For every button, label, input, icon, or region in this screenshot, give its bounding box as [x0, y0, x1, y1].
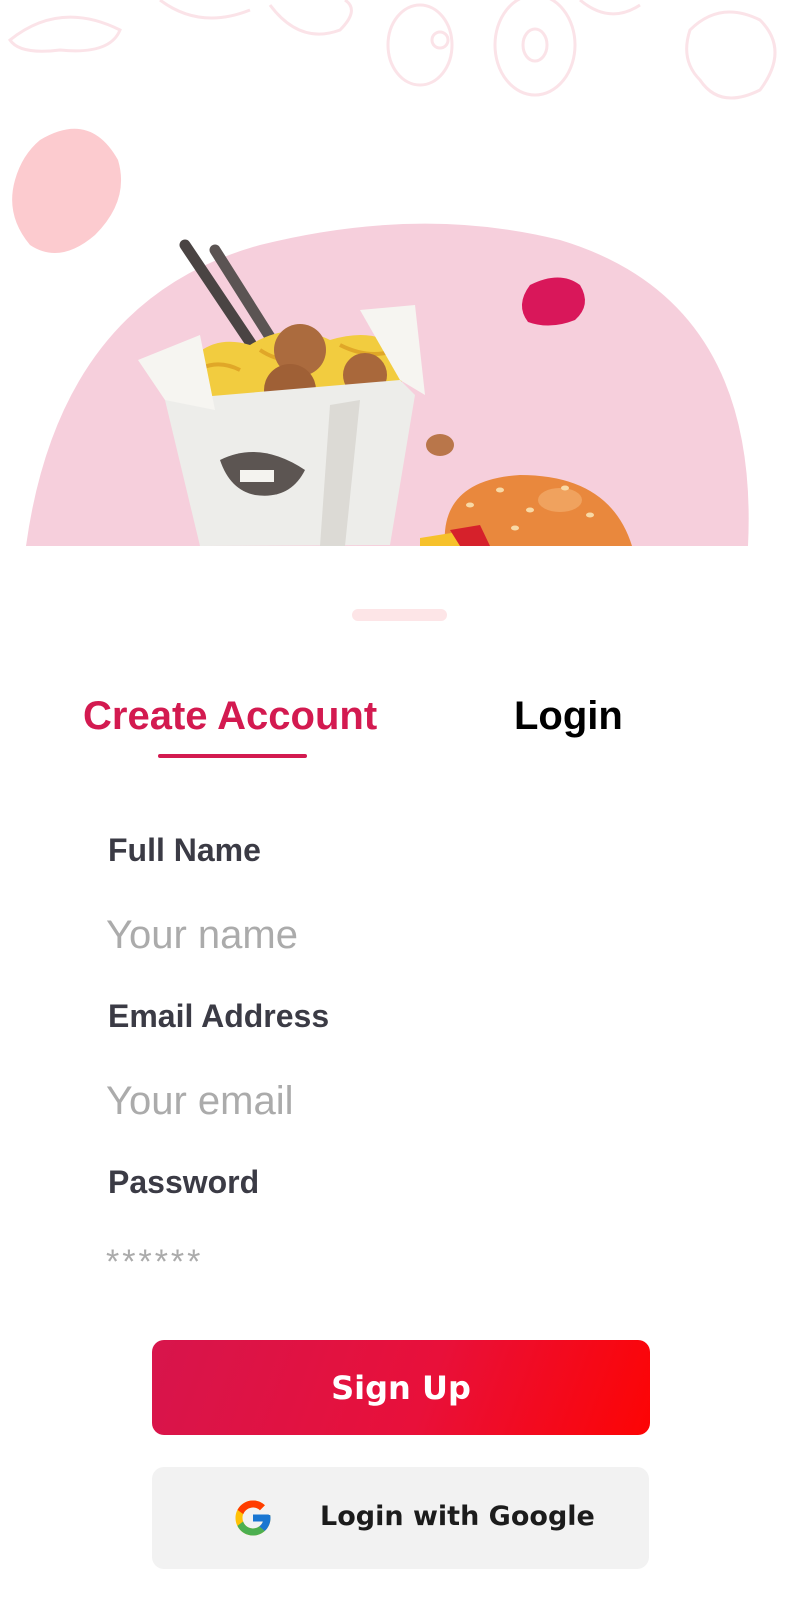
full-name-label: Full Name: [108, 832, 261, 868]
email-label: Email Address: [108, 998, 330, 1034]
tab-create-account[interactable]: Create Account: [83, 686, 377, 746]
doodle-pattern: [7, 0, 777, 100]
pink-blob: [12, 128, 122, 253]
active-tab-indicator: [158, 754, 307, 758]
google-button-label: Login with Google: [320, 1501, 595, 1532]
password-label: Password: [108, 1164, 260, 1200]
google-icon: [235, 1500, 271, 1536]
hero-illustration: [0, 0, 792, 560]
login-with-google-button[interactable]: Login with Google: [152, 1467, 649, 1569]
tab-login[interactable]: Login: [514, 686, 623, 746]
red-blob: [521, 277, 585, 326]
password-input[interactable]: [106, 1230, 686, 1294]
full-name-input[interactable]: [106, 903, 686, 967]
sign-up-button[interactable]: Sign Up: [152, 1340, 650, 1435]
email-input[interactable]: [106, 1069, 686, 1133]
food-illustration: [0, 0, 792, 560]
drag-handle[interactable]: [352, 609, 447, 621]
